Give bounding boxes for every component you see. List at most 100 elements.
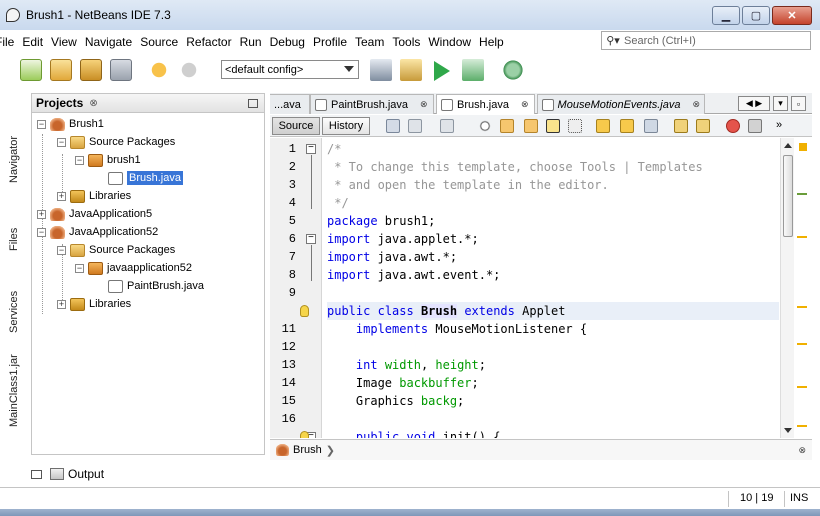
menu-tools[interactable]: Tools [389,35,423,49]
clean-build-icon[interactable] [400,59,422,81]
shift-right-icon[interactable] [696,119,710,133]
previous-bookmark-icon[interactable] [596,119,610,133]
shift-left-icon[interactable] [674,119,688,133]
tree-node-libraries[interactable]: + Libraries [57,295,131,313]
collapse-icon[interactable]: − [75,263,84,273]
stripe-mark[interactable] [797,193,807,195]
code-line[interactable]: import java.awt.event.*; [327,266,779,284]
run-icon[interactable] [434,61,450,81]
restore-window-icon[interactable] [31,469,42,479]
tree-node-javaapplication52[interactable]: − JavaApplication52 [37,223,158,241]
find-previous-icon[interactable] [500,119,514,133]
close-breadcrumb-icon[interactable]: ⊗ [798,445,806,456]
output-tab[interactable]: Output [31,464,231,484]
menu-team[interactable]: Team [352,35,387,49]
code-line[interactable]: public void init() { [327,428,779,438]
fold-toggle-icon[interactable]: − [306,144,316,154]
back-icon[interactable] [408,119,422,133]
menu-source[interactable]: Source [137,35,181,49]
next-bookmark-icon[interactable] [620,119,634,133]
projects-close-icon[interactable]: ⊗ [89,98,97,109]
expand-icon[interactable]: + [57,299,66,309]
code-line[interactable] [327,410,779,428]
code-line[interactable]: package brush1; [327,212,779,230]
scroll-thumb[interactable] [783,155,793,237]
maximize-editor-button[interactable]: ▫ [791,96,806,111]
minimize-button[interactable]: ▁ [712,6,740,25]
stop-macro-icon[interactable] [748,119,762,133]
last-edit-icon[interactable] [386,119,400,133]
code-line[interactable]: Image backbuffer; [327,374,779,392]
close-tab-icon[interactable]: ⊗ [521,99,529,110]
scroll-down-icon[interactable] [784,428,792,433]
code-line[interactable]: import java.applet.*; [327,230,779,248]
scroll-up-icon[interactable] [784,143,792,148]
breadcrumb-class[interactable]: Brush [293,444,322,456]
maximize-button[interactable]: ▢ [742,6,770,25]
close-tab-icon[interactable]: ⊗ [692,99,700,110]
menu-navigate[interactable]: Navigate [82,35,135,49]
fold-toggle-icon[interactable]: − [306,234,316,244]
find-next-icon[interactable] [524,119,538,133]
search-input[interactable]: ⚲▾ Search (Ctrl+I) [601,31,811,50]
menu-run[interactable]: Run [237,35,265,49]
tree-node-libraries[interactable]: + Libraries [57,187,131,205]
tab-paintbrush-java[interactable]: PaintBrush.java ⊗ [310,94,434,114]
code-line[interactable]: * To change this template, choose Tools … [327,158,779,176]
tree-node-javaapplication52-package[interactable]: − javaapplication52 [75,259,192,277]
collapse-icon[interactable]: − [57,245,66,255]
toggle-highlight-icon[interactable] [546,119,560,133]
profile-icon[interactable] [502,59,524,81]
menu-window[interactable]: Window [425,35,474,49]
tree-node-brush1-package[interactable]: − brush1 [75,151,141,169]
new-file-icon[interactable] [20,59,42,81]
tree-node-paintbrush-java[interactable]: PaintBrush.java [108,277,204,295]
debug-icon[interactable] [462,59,484,81]
close-tab-icon[interactable]: ⊗ [420,99,428,110]
collapse-icon[interactable]: − [37,119,46,129]
config-select[interactable]: <default config> [221,60,359,79]
stripe-mark[interactable] [797,386,807,388]
stripe-mark[interactable] [797,425,807,427]
code-line[interactable]: public class Brush extends Applet [327,302,779,320]
collapse-icon[interactable]: − [57,137,66,147]
expand-icon[interactable]: + [57,191,66,201]
tab-list-dropdown[interactable]: ▾ [773,96,788,111]
projects-title[interactable]: Projects [36,96,83,110]
tab-truncated[interactable]: ...ava [270,94,310,114]
menu-view[interactable]: View [48,35,80,49]
menu-debug[interactable]: Debug [267,35,308,49]
toggle-bookmark-icon[interactable] [644,119,658,133]
menu-refactor[interactable]: Refactor [183,35,234,49]
more-tools-button[interactable]: » [776,119,782,131]
tab-services[interactable]: Services [3,263,25,333]
tab-mainclass-jar[interactable]: MainClass1.jar [3,343,25,427]
code-line[interactable]: import java.awt.*; [327,248,779,266]
open-project-icon[interactable] [80,59,102,81]
minimize-panel-icon[interactable] [248,99,258,108]
close-button[interactable]: ✕ [772,6,812,25]
tab-brush-java[interactable]: Brush.java ⊗ [436,94,535,114]
new-project-icon[interactable] [50,59,72,81]
history-button[interactable]: History [322,117,370,135]
toggle-rect-select-icon[interactable] [568,119,582,133]
undo-icon[interactable] [148,59,170,81]
code-line[interactable]: Graphics backg; [327,392,779,410]
hint-bulb-icon[interactable] [300,305,309,317]
tab-scroll-buttons[interactable]: ◀ ▶ [738,96,770,111]
forward-icon[interactable] [440,119,454,133]
save-all-icon[interactable] [110,59,132,81]
stripe-mark[interactable] [797,236,807,238]
code-editor[interactable]: 1 2 3 4 5 6 7 8 9 11 12 13 14 15 16− − − /* * To change … [270,138,812,438]
tree-node-source-packages[interactable]: − Source Packages [57,241,175,259]
tab-navigator[interactable]: Navigator [3,95,25,183]
find-icon[interactable] [478,119,492,133]
collapse-icon[interactable]: − [37,227,46,237]
code-line[interactable]: */ [327,194,779,212]
code-line[interactable]: /* [327,140,779,158]
menu-profile[interactable]: Profile [310,35,350,49]
tree-node-javaapplication5[interactable]: + JavaApplication5 [37,205,152,223]
code-line[interactable]: int width, height; [327,356,779,374]
source-button[interactable]: Source [272,117,320,135]
hint-bulb-icon[interactable] [300,431,309,438]
